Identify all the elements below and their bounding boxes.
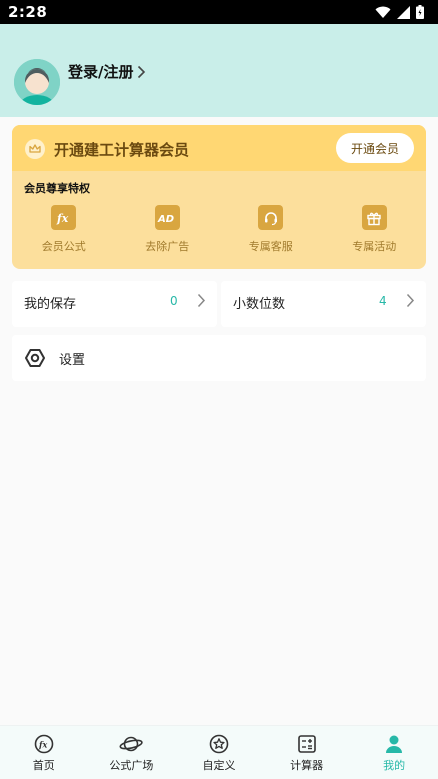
perk-label: 专属活动 [352, 240, 397, 253]
calculator-icon [297, 735, 316, 753]
status-time: 2:28 [8, 3, 48, 21]
svg-text:AD: AD [157, 214, 174, 225]
fx-icon: fx [51, 205, 77, 230]
login-register-label: 登录/注册 [68, 63, 134, 81]
login-register-link[interactable]: 登录/注册 [68, 61, 146, 82]
bottom-nav: fx 首页 公式广场 自定义 计算器 我的 [0, 725, 438, 779]
settings-hex-icon [25, 349, 45, 367]
nav-item-formula-plaza[interactable]: 公式广场 [88, 726, 176, 779]
star-circle-icon [209, 734, 229, 754]
vip-title: 开通建工计算器会员 [54, 141, 190, 159]
open-vip-button[interactable]: 开通会员 [336, 133, 414, 163]
nav-item-custom[interactable]: 自定义 [175, 726, 263, 779]
vip-card: 开通建工计算器会员 开通会员 会员尊享特权 fx 会员公式 AD 去除广告 专属… [12, 125, 426, 269]
nav-item-home[interactable]: fx 首页 [0, 726, 88, 779]
settings-label: 设置 [59, 353, 86, 368]
svg-text:fx: fx [56, 212, 69, 225]
nav-label: 首页 [32, 759, 55, 772]
decimal-places-row[interactable]: 小数位数 4 [221, 281, 426, 327]
profile-header: 登录/注册 [0, 24, 438, 117]
my-saves-count: 0 [170, 294, 178, 308]
avatar[interactable] [14, 59, 60, 105]
vip-card-top: 开通建工计算器会员 开通会员 [12, 125, 426, 171]
gift-icon [361, 205, 387, 230]
my-saves-row[interactable]: 我的保存 0 [12, 281, 217, 327]
my-saves-label: 我的保存 [24, 297, 77, 312]
nav-item-calculator[interactable]: 计算器 [263, 726, 351, 779]
crown-icon [25, 139, 45, 159]
perk-label: 专属客服 [248, 240, 293, 253]
signal-icon [397, 5, 410, 19]
nav-label: 公式广场 [109, 759, 154, 772]
nav-label: 自定义 [202, 759, 236, 772]
perk-item-events[interactable]: 专属活动 [323, 205, 427, 259]
nav-item-mine[interactable]: 我的 [350, 726, 438, 779]
nav-label: 计算器 [290, 759, 324, 772]
chevron-right-icon [406, 293, 415, 308]
status-bar: 2:28 [0, 0, 438, 24]
perk-item-no-ads[interactable]: AD 去除广告 [116, 205, 220, 259]
decimal-places-count: 4 [379, 294, 387, 308]
perk-item-formula[interactable]: fx 会员公式 [12, 205, 116, 259]
decimal-places-label: 小数位数 [233, 297, 286, 312]
vip-subtitle: 会员尊享特权 [24, 182, 90, 195]
perk-label: 会员公式 [41, 240, 86, 253]
wifi-icon [375, 6, 391, 18]
nav-label: 我的 [383, 759, 406, 772]
vip-perks: fx 会员公式 AD 去除广告 专属客服 专属活动 [12, 205, 426, 259]
chevron-right-icon [197, 293, 206, 308]
settings-row[interactable]: 设置 [12, 335, 426, 381]
headset-icon [258, 205, 284, 230]
ad-icon: AD [154, 205, 180, 230]
perk-item-service[interactable]: 专属客服 [219, 205, 323, 259]
fx-icon: fx [34, 734, 54, 754]
battery-icon [416, 5, 424, 19]
avatar-illustration-icon [14, 59, 60, 105]
user-icon [386, 735, 403, 753]
perk-label: 去除广告 [145, 240, 190, 253]
chevron-right-icon [138, 65, 146, 78]
planet-icon [119, 736, 144, 752]
status-icons [375, 5, 424, 19]
svg-text:fx: fx [38, 740, 47, 750]
